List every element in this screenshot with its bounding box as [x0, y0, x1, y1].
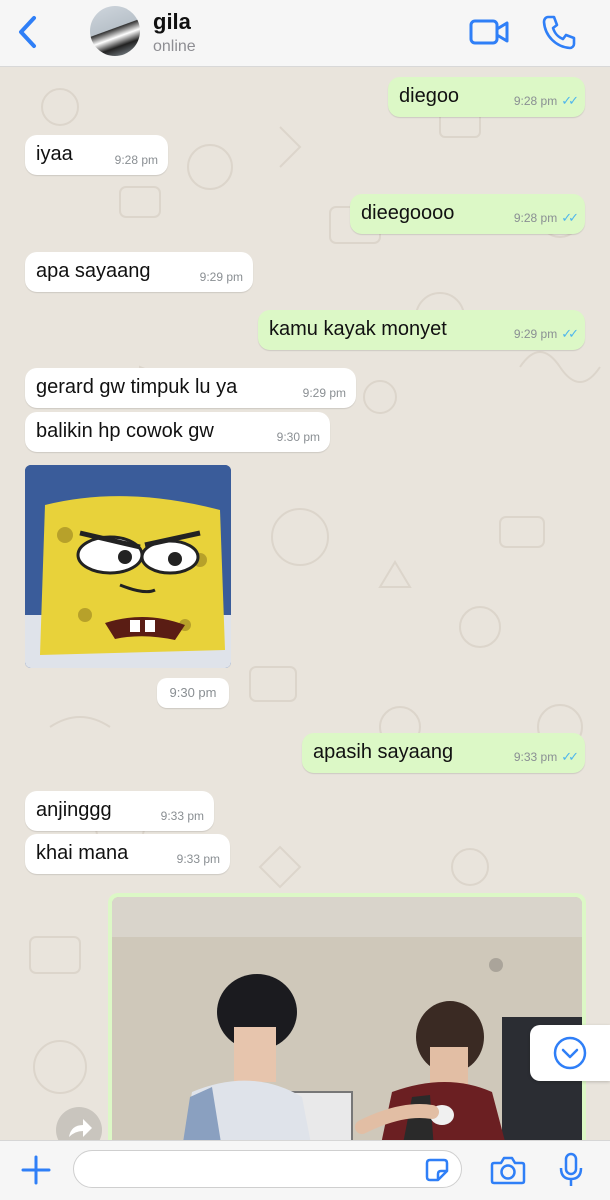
message-time: 9:29 pm ✓✓ — [513, 326, 579, 341]
message-text: diegoo — [399, 85, 460, 107]
contact-name[interactable]: gila — [153, 9, 191, 35]
chat-header: gila online — [0, 0, 610, 67]
message-bubble-incoming[interactable]: apa sayaang 9:29 pm — [25, 252, 253, 292]
input-bar — [0, 1140, 610, 1200]
message-bubble-outgoing[interactable]: kamu kayak monyet 9:29 pm ✓✓ — [258, 310, 585, 350]
message-bubble-outgoing[interactable]: dieegoooo 9:28 pm ✓✓ — [350, 194, 585, 234]
chevron-down-circle-icon — [553, 1036, 587, 1070]
message-text: apasih sayaang — [313, 741, 454, 763]
message-time: 9:29 pm — [302, 386, 346, 400]
scroll-to-bottom-button[interactable] — [530, 1025, 610, 1081]
sticker-icon[interactable] — [424, 1157, 450, 1183]
photo-image — [112, 897, 582, 1140]
sticker-image[interactable] — [25, 465, 231, 668]
microphone-icon[interactable] — [558, 1152, 584, 1188]
message-bubble-incoming[interactable]: balikin hp cowok gw 9:30 pm — [25, 412, 330, 452]
forward-icon[interactable] — [56, 1107, 102, 1140]
sticker-time: 9:30 pm — [157, 678, 229, 708]
read-ticks-icon: ✓✓ — [561, 93, 579, 108]
avatar[interactable] — [90, 6, 140, 56]
message-text: anjinggg — [36, 799, 112, 821]
read-ticks-icon: ✓✓ — [561, 210, 579, 225]
message-bubble-incoming[interactable]: gerard gw timpuk lu ya 9:29 pm — [25, 368, 356, 408]
video-camera-icon[interactable] — [468, 14, 510, 50]
chat-area[interactable]: diegoo 9:28 pm ✓✓ iyaa 9:28 pm dieegoooo … — [0, 67, 610, 1140]
message-bubble-outgoing[interactable]: diegoo 9:28 pm ✓✓ — [388, 77, 585, 117]
phone-icon[interactable] — [540, 13, 578, 51]
read-ticks-icon: ✓✓ — [561, 326, 579, 341]
message-text: balikin hp cowok gw — [36, 420, 214, 442]
photo-art — [112, 897, 582, 1140]
message-input[interactable] — [73, 1150, 462, 1188]
message-text: apa sayaang — [36, 260, 151, 282]
message-time: 9:29 pm — [199, 270, 243, 284]
message-time: 9:33 pm — [176, 852, 220, 866]
contact-status: online — [153, 38, 196, 55]
message-time: 9:28 pm ✓✓ — [513, 210, 579, 225]
chevron-left-icon[interactable] — [14, 14, 44, 50]
read-ticks-icon: ✓✓ — [561, 749, 579, 764]
message-text: gerard gw timpuk lu ya — [36, 376, 238, 398]
message-time: 9:33 pm ✓✓ — [513, 749, 579, 764]
message-text: khai mana — [36, 842, 129, 864]
message-time: 9:33 pm — [160, 809, 204, 823]
message-bubble-incoming[interactable]: iyaa 9:28 pm — [25, 135, 168, 175]
message-time: 9:30 pm — [276, 430, 320, 444]
plus-icon[interactable] — [20, 1154, 52, 1186]
message-time: 9:28 pm ✓✓ — [513, 93, 579, 108]
message-text: dieegoooo — [361, 202, 455, 224]
photo-message[interactable] — [108, 893, 586, 1140]
message-time: 9:28 pm — [114, 153, 158, 167]
camera-icon[interactable] — [490, 1155, 526, 1185]
spongebob-sticker-art — [25, 465, 231, 668]
message-bubble-incoming[interactable]: khai mana 9:33 pm — [25, 834, 230, 874]
message-bubble-incoming[interactable]: anjinggg 9:33 pm — [25, 791, 214, 831]
message-bubble-outgoing[interactable]: apasih sayaang 9:33 pm ✓✓ — [302, 733, 585, 773]
message-text: iyaa — [36, 143, 73, 165]
message-text: kamu kayak monyet — [269, 318, 447, 340]
